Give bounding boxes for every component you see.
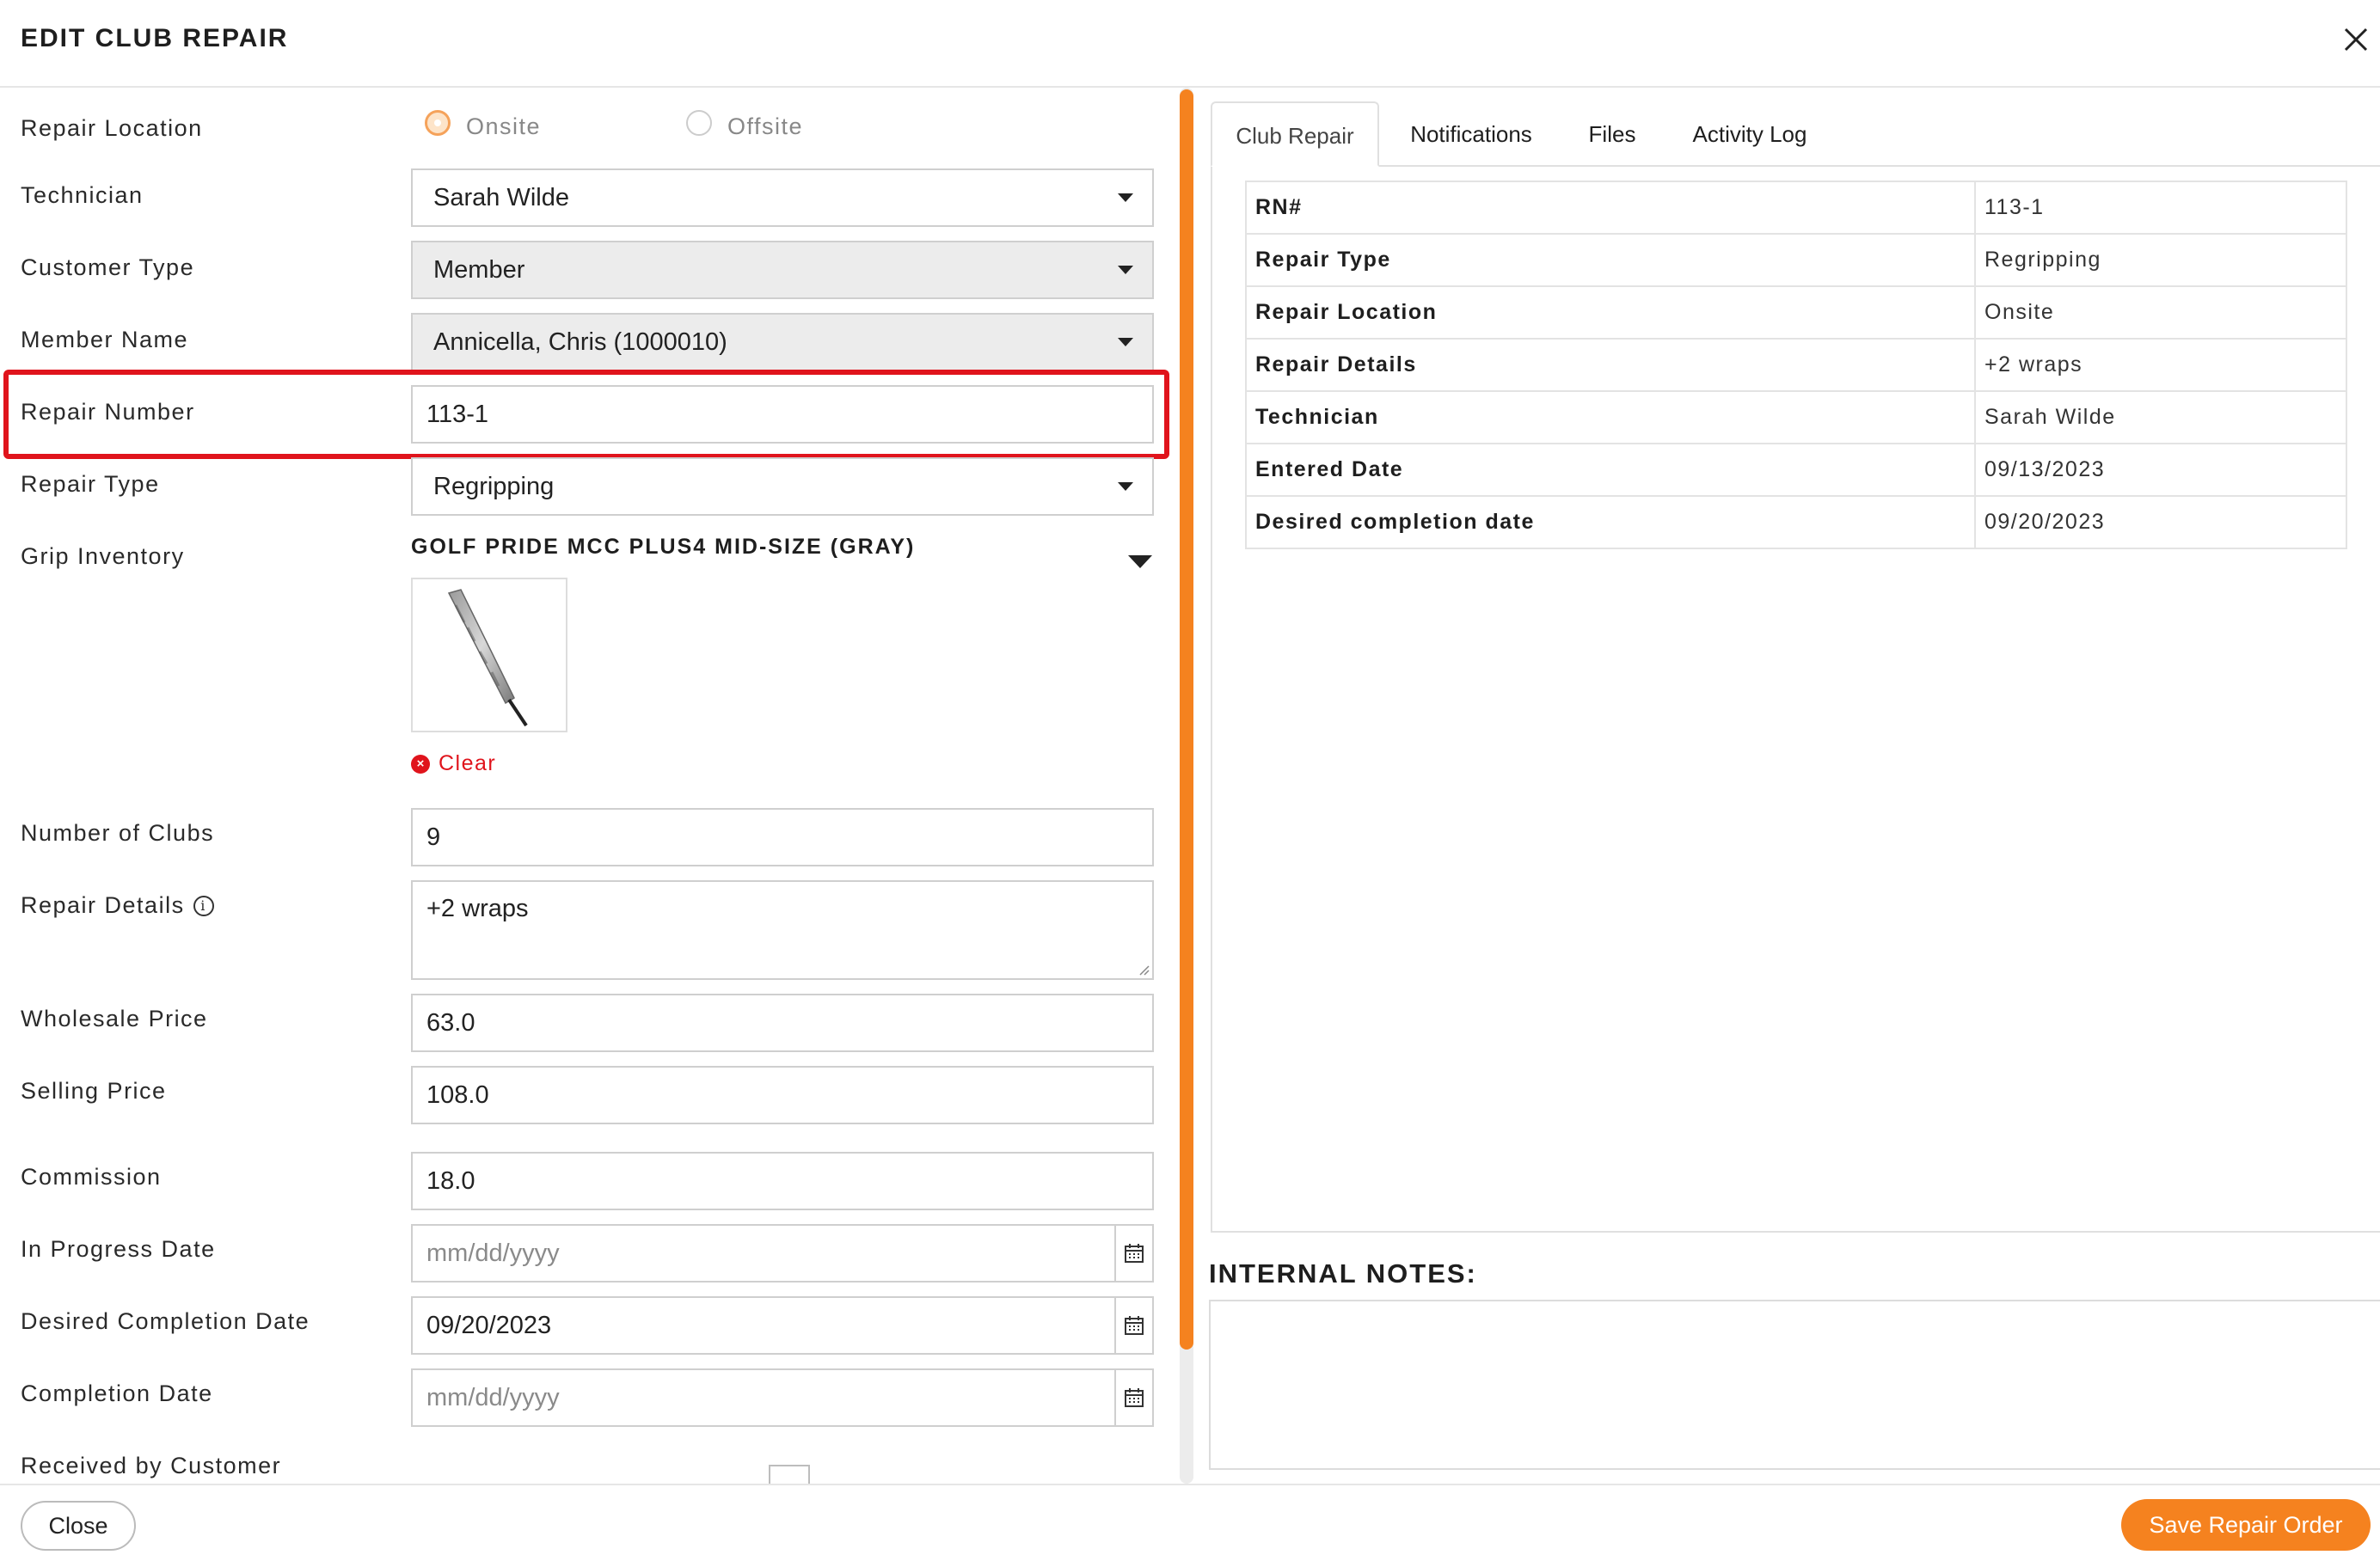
summary-value: Regripping bbox=[1974, 233, 2347, 287]
offsite-radio-label: Offsite bbox=[727, 113, 804, 139]
scrollbar-thumb[interactable] bbox=[1180, 89, 1193, 1350]
repair-details-value: +2 wraps bbox=[426, 895, 529, 922]
summary-key: Repair Location bbox=[1245, 285, 1976, 340]
repair-details-textarea[interactable]: +2 wraps bbox=[411, 880, 1154, 980]
technician-value: Sarah Wilde bbox=[433, 184, 569, 211]
in-progress-date-label: In Progress Date bbox=[21, 1236, 216, 1262]
number-of-clubs-label: Number of Clubs bbox=[21, 820, 215, 846]
offsite-radio[interactable] bbox=[686, 110, 712, 136]
in-progress-date-input[interactable]: mm/dd/yyyy bbox=[411, 1224, 1154, 1282]
repair-summary-table: RN# 113-1 Repair Type Regripping Repair Lo… bbox=[1245, 181, 2347, 549]
calendar-icon[interactable] bbox=[1114, 1226, 1152, 1281]
desired-completion-date-value: 09/20/2023 bbox=[426, 1312, 552, 1339]
grip-inventory-label: Grip Inventory bbox=[21, 543, 185, 569]
chevron-down-icon bbox=[1118, 338, 1133, 346]
repair-type-select[interactable]: Regripping bbox=[411, 457, 1154, 516]
received-by-customer-checkbox[interactable] bbox=[769, 1465, 810, 1485]
summary-value: Sarah Wilde bbox=[1974, 390, 2347, 444]
chevron-down-icon bbox=[1118, 482, 1133, 491]
table-row: Technician Sarah Wilde bbox=[1245, 390, 2347, 444]
summary-key: Desired completion date bbox=[1245, 495, 1976, 549]
completion-date-label: Completion Date bbox=[21, 1380, 213, 1406]
in-progress-date-placeholder: mm/dd/yyyy bbox=[426, 1240, 560, 1267]
summary-key: Entered Date bbox=[1245, 443, 1976, 497]
tab-club-repair[interactable]: Club Repair bbox=[1211, 101, 1379, 167]
customer-type-value: Member bbox=[433, 256, 525, 284]
summary-value: 09/20/2023 bbox=[1974, 495, 2347, 549]
onsite-radio-label: Onsite bbox=[466, 113, 542, 139]
number-of-clubs-input[interactable]: 9 bbox=[411, 808, 1154, 866]
summary-value: 113-1 bbox=[1974, 181, 2347, 235]
member-name-value: Annicella, Chris (1000010) bbox=[433, 328, 727, 356]
calendar-icon[interactable] bbox=[1114, 1298, 1152, 1353]
commission-input[interactable]: 18.0 bbox=[411, 1152, 1154, 1210]
wholesale-price-label: Wholesale Price bbox=[21, 1006, 208, 1031]
highlight-box bbox=[3, 370, 1169, 459]
tab-files[interactable]: Files bbox=[1573, 101, 1651, 167]
tab-notifications[interactable]: Notifications bbox=[1391, 101, 1551, 167]
summary-value: Onsite bbox=[1974, 285, 2347, 340]
table-row: Entered Date 09/13/2023 bbox=[1245, 443, 2347, 497]
modal-header bbox=[0, 0, 2380, 88]
caret-down-icon[interactable] bbox=[1128, 555, 1152, 568]
save-repair-order-button[interactable]: Save Repair Order bbox=[2121, 1499, 2371, 1551]
selling-price-input[interactable]: 108.0 bbox=[411, 1066, 1154, 1124]
repair-type-value: Regripping bbox=[433, 473, 555, 500]
technician-label: Technician bbox=[21, 182, 144, 208]
table-row: Repair Type Regripping bbox=[1245, 233, 2347, 287]
table-row: Repair Location Onsite bbox=[1245, 285, 2347, 340]
number-of-clubs-value: 9 bbox=[426, 823, 441, 851]
internal-notes-title: INTERNAL NOTES: bbox=[1209, 1258, 1477, 1289]
summary-key: Repair Type bbox=[1245, 233, 1976, 287]
completion-date-input[interactable]: mm/dd/yyyy bbox=[411, 1368, 1154, 1427]
repair-details-label-text: Repair Details bbox=[21, 892, 185, 918]
commission-value: 18.0 bbox=[426, 1167, 475, 1195]
clear-button[interactable]: × Clear bbox=[411, 751, 496, 776]
chevron-down-icon bbox=[1118, 266, 1133, 274]
member-name-select[interactable]: Annicella, Chris (1000010) bbox=[411, 313, 1154, 371]
internal-notes-textarea[interactable] bbox=[1209, 1300, 2380, 1470]
wholesale-price-input[interactable]: 63.0 bbox=[411, 994, 1154, 1052]
table-row: RN# 113-1 bbox=[1245, 181, 2347, 235]
repair-details-label: Repair Details i bbox=[21, 892, 214, 919]
wholesale-price-value: 63.0 bbox=[426, 1009, 475, 1037]
commission-label: Commission bbox=[21, 1164, 162, 1190]
desired-completion-date-input[interactable]: 09/20/2023 bbox=[411, 1296, 1154, 1355]
repair-type-label: Repair Type bbox=[21, 471, 160, 497]
resize-handle-icon[interactable] bbox=[1137, 963, 1150, 976]
close-button[interactable]: Close bbox=[21, 1501, 136, 1551]
member-name-label: Member Name bbox=[21, 327, 189, 352]
chevron-down-icon bbox=[1118, 193, 1133, 202]
selling-price-value: 108.0 bbox=[426, 1081, 489, 1109]
modal-footer bbox=[0, 1484, 2380, 1561]
clear-label: Clear bbox=[439, 751, 497, 775]
summary-key: Repair Details bbox=[1245, 338, 1976, 392]
summary-value: 09/13/2023 bbox=[1974, 443, 2347, 497]
completion-date-placeholder: mm/dd/yyyy bbox=[426, 1384, 560, 1411]
onsite-radio[interactable] bbox=[425, 110, 451, 136]
grip-image bbox=[411, 578, 567, 732]
close-icon[interactable] bbox=[2340, 24, 2371, 55]
info-icon[interactable]: i bbox=[193, 895, 214, 916]
summary-key: Technician bbox=[1245, 390, 1976, 444]
summary-value: +2 wraps bbox=[1974, 338, 2347, 392]
customer-type-label: Customer Type bbox=[21, 254, 195, 280]
received-by-customer-label: Received by Customer bbox=[21, 1453, 282, 1478]
grip-inventory-value: GOLF PRIDE MCC PLUS4 MID-SIZE (GRAY) bbox=[411, 535, 916, 559]
clear-icon: × bbox=[411, 754, 430, 774]
repair-location-label: Repair Location bbox=[21, 115, 203, 141]
table-row: Desired completion date 09/20/2023 bbox=[1245, 495, 2347, 549]
tab-activity-log[interactable]: Activity Log bbox=[1678, 101, 1821, 167]
calendar-icon[interactable] bbox=[1114, 1370, 1152, 1425]
customer-type-select[interactable]: Member bbox=[411, 241, 1154, 299]
table-row: Repair Details +2 wraps bbox=[1245, 338, 2347, 392]
summary-key: RN# bbox=[1245, 181, 1976, 235]
selling-price-label: Selling Price bbox=[21, 1078, 167, 1104]
desired-completion-date-label: Desired Completion Date bbox=[21, 1308, 310, 1334]
technician-select[interactable]: Sarah Wilde bbox=[411, 168, 1154, 227]
modal-title: EDIT CLUB REPAIR bbox=[21, 24, 289, 52]
